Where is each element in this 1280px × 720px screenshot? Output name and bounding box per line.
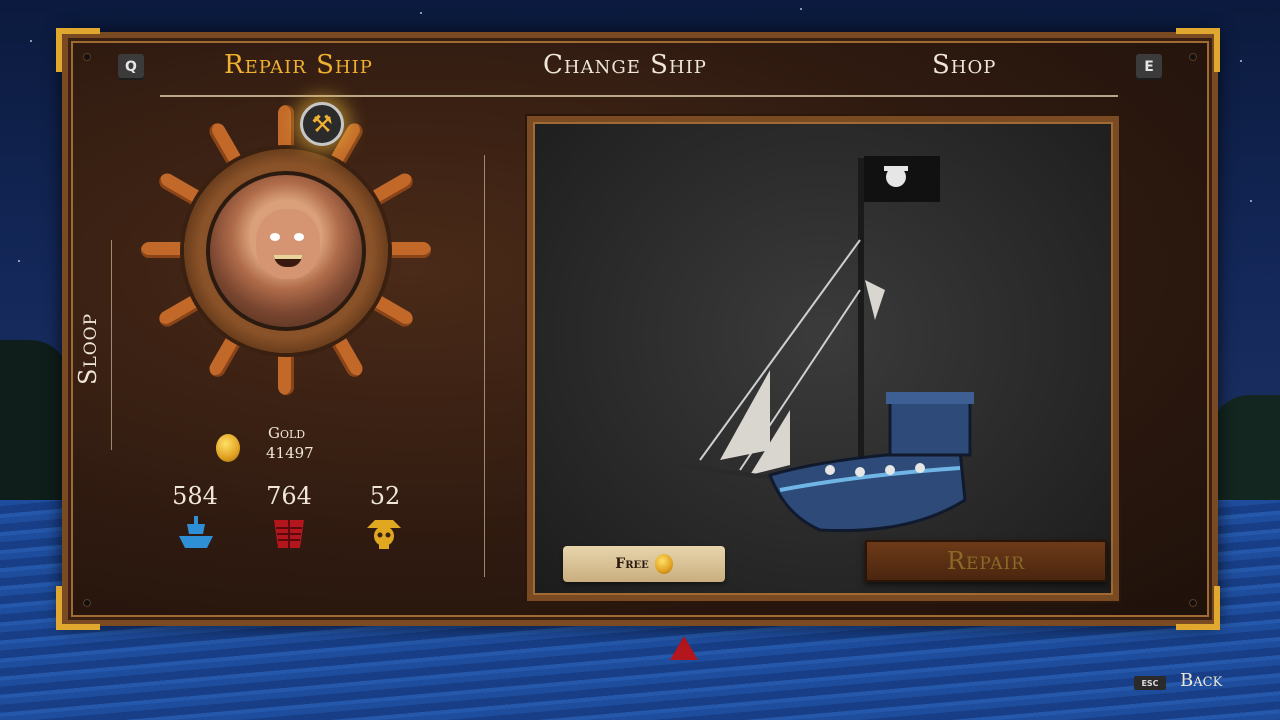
portrait-mouth — [274, 255, 302, 267]
hull-icon — [179, 516, 213, 548]
star — [1250, 200, 1252, 202]
skull-hat — [884, 166, 908, 171]
cannon-port — [915, 463, 925, 473]
island-right — [1210, 395, 1280, 505]
ship-model — [674, 156, 974, 533]
portrait-face — [256, 209, 320, 279]
crew-skull-icon — [367, 520, 401, 549]
ship-hull — [768, 448, 967, 533]
star — [420, 12, 422, 14]
ship-class-label: Sloop — [74, 312, 102, 385]
star — [30, 40, 32, 42]
rivet — [84, 600, 90, 606]
cannon-port — [855, 467, 865, 477]
jib-sail — [720, 370, 770, 460]
tab-shop[interactable]: Shop — [932, 50, 996, 80]
rivet — [1190, 600, 1196, 606]
ship-wheel — [140, 105, 432, 395]
hammer-icon: ⚒ — [300, 102, 344, 146]
cannon-port — [885, 465, 895, 475]
star — [18, 260, 20, 262]
repair-price-label: Free — [615, 556, 649, 572]
gold-label: Gold — [268, 424, 306, 442]
star — [1240, 60, 1242, 62]
shipwright-portrait — [206, 171, 366, 331]
repair-button[interactable]: Repair — [865, 540, 1107, 582]
cannon-port — [825, 465, 835, 475]
tab-divider — [160, 95, 1118, 97]
star — [800, 8, 802, 10]
portrait-eye — [294, 233, 304, 241]
tab-change-ship[interactable]: Change Ship — [543, 50, 707, 80]
esc-key[interactable]: ESC — [1134, 676, 1166, 690]
island-left — [0, 340, 70, 520]
gold-coin-icon — [216, 434, 240, 462]
cabin-roof — [886, 392, 974, 404]
crew-stat-value: 52 — [369, 482, 401, 510]
panel-corner — [56, 28, 100, 72]
prev-tab-key[interactable]: Q — [118, 54, 144, 80]
mast — [858, 158, 864, 468]
armor-icon — [274, 520, 304, 548]
top-sail — [865, 280, 885, 320]
tab-repair-ship[interactable]: Repair Ship — [224, 50, 373, 80]
portrait-eye — [270, 233, 280, 241]
panel-corner — [56, 586, 100, 630]
gold-coin-icon — [654, 554, 673, 574]
armor-stat-value: 764 — [266, 482, 312, 510]
panel-corner — [1176, 586, 1220, 630]
rivet — [1190, 54, 1196, 60]
rivet — [84, 54, 90, 60]
repair-price-scroll: Free — [563, 546, 725, 582]
ship-cabin — [888, 398, 972, 457]
back-button[interactable]: Back — [1180, 670, 1222, 691]
hull-stat-value: 584 — [172, 482, 218, 510]
column-divider — [484, 155, 485, 577]
side-divider — [111, 240, 112, 450]
gold-value: 41497 — [266, 444, 314, 462]
panel-corner — [1176, 28, 1220, 72]
next-tab-key[interactable]: E — [1136, 54, 1162, 80]
